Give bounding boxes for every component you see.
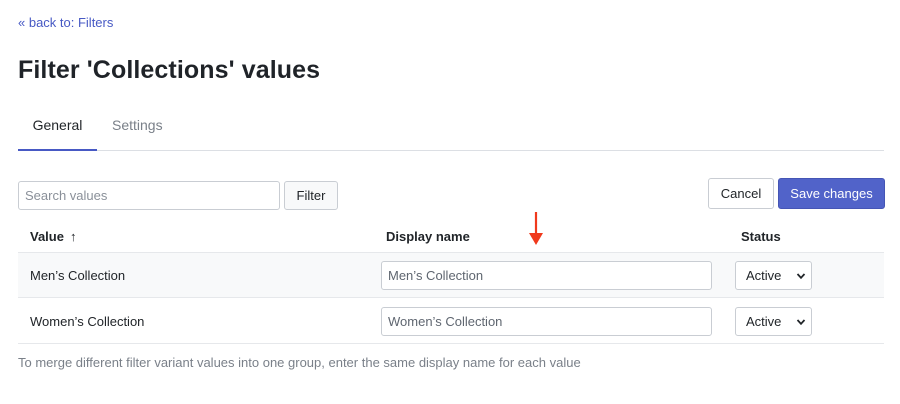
value-cell: Men’s Collection (30, 268, 126, 283)
status-select[interactable]: Active (735, 307, 812, 336)
tab-settings[interactable]: Settings (112, 108, 163, 151)
tab-bar: General Settings (18, 108, 884, 151)
value-cell: Women’s Collection (30, 314, 145, 329)
status-select-value: Active (746, 268, 782, 283)
merge-hint-text: To merge different filter variant values… (18, 355, 581, 370)
cancel-button[interactable]: Cancel (708, 178, 774, 209)
column-header-value[interactable]: Value ↑ (30, 229, 76, 244)
page-title: Filter 'Collections' values (18, 56, 321, 84)
filter-button[interactable]: Filter (284, 181, 338, 210)
down-arrow-annotation-icon (529, 212, 543, 245)
status-select[interactable]: Active (735, 261, 812, 290)
column-header-status: Status (741, 229, 781, 244)
column-header-value-label: Value (30, 229, 64, 244)
chevron-down-icon (796, 273, 806, 280)
search-values-input[interactable] (18, 181, 280, 210)
chevron-down-icon (796, 319, 806, 326)
save-changes-button[interactable]: Save changes (778, 178, 885, 209)
tab-general[interactable]: General (18, 108, 97, 151)
column-header-display-name: Display name (386, 229, 470, 244)
display-name-input[interactable] (381, 307, 712, 336)
table-row: Women’s Collection Active (18, 299, 884, 344)
status-select-value: Active (746, 314, 782, 329)
table-row: Men’s Collection Active (18, 253, 884, 298)
back-to-filters-link[interactable]: « back to: Filters (18, 15, 113, 30)
display-name-input[interactable] (381, 261, 712, 290)
arrow-up-icon[interactable]: ↑ (70, 229, 77, 244)
